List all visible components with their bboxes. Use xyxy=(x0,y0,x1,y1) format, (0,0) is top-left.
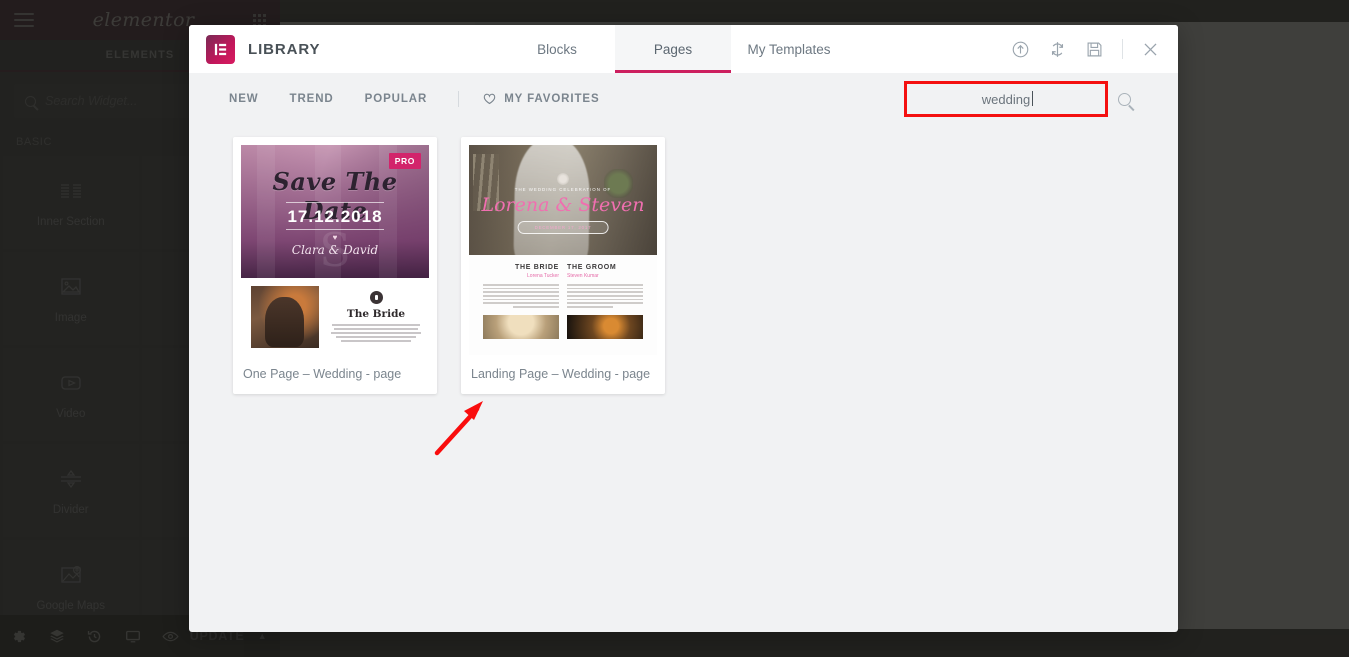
preview-date-button: DECEMBER 17, 2017 xyxy=(517,221,609,234)
close-icon[interactable] xyxy=(1141,40,1160,59)
template-card[interactable]: THE WEDDING CELEBRATION OF Lorena & Stev… xyxy=(461,137,665,394)
elementor-logo-icon xyxy=(206,34,235,64)
pointer-arrow-annotation xyxy=(434,401,483,456)
upload-icon[interactable] xyxy=(1011,40,1030,59)
heart-icon: ♥ xyxy=(332,233,338,242)
modal-title: LIBRARY xyxy=(248,40,321,58)
preview-column-heading: THE BRIDE xyxy=(514,264,559,271)
preview-text-block: The Bride xyxy=(331,291,421,342)
search-input-value: wedding xyxy=(981,90,1034,107)
preview-column-heading: THE GROOM xyxy=(567,264,617,271)
preview-column-bride: THE BRIDE Lorena Tucker xyxy=(483,264,559,308)
template-grid: PRO S Save The Date 17.12.2018 ♥ Clara &… xyxy=(189,125,1178,394)
template-library-modal: LIBRARY Blocks Pages My Templates NEW TR… xyxy=(189,25,1178,632)
template-body-preview: The Bride xyxy=(241,278,429,355)
preview-column-groom: THE GROOM Steven Kumar xyxy=(567,264,643,308)
preview-text-lines xyxy=(331,324,421,342)
preview-columns: THE BRIDE Lorena Tucker THE GROOM Steven… xyxy=(479,264,647,308)
filter-divider xyxy=(458,91,460,107)
template-hero-preview: THE WEDDING CELEBRATION OF Lorena & Stev… xyxy=(469,145,657,255)
preview-text-lines xyxy=(483,284,559,308)
preview-column-sub: Steven Kumar xyxy=(567,273,599,279)
tab-pages[interactable]: Pages xyxy=(615,25,731,73)
template-body-preview: THE BRIDE Lorena Tucker THE GROOM Steven… xyxy=(469,255,657,355)
preview-photo xyxy=(251,285,319,348)
template-card[interactable]: PRO S Save The Date 17.12.2018 ♥ Clara &… xyxy=(233,137,437,394)
preview-date: 17.12.2018 xyxy=(287,207,383,226)
search-icon[interactable] xyxy=(1118,92,1131,106)
filter-my-favorites-label: MY FAVORITES xyxy=(504,93,600,105)
preview-section-heading: The Bride xyxy=(346,308,406,321)
tab-blocks[interactable]: Blocks xyxy=(499,25,615,73)
modal-header: LIBRARY Blocks Pages My Templates xyxy=(189,25,1178,73)
ring-badge-icon xyxy=(369,291,383,305)
ornament-decor xyxy=(557,173,569,185)
sync-icon[interactable] xyxy=(1048,40,1067,59)
filter-popular[interactable]: POPULAR xyxy=(365,93,428,105)
preview-photo-groom xyxy=(567,314,643,339)
preview-photos xyxy=(479,314,647,339)
header-divider xyxy=(1122,39,1123,59)
preview-photo-bride xyxy=(483,314,559,339)
search-area: wedding xyxy=(904,81,1131,117)
template-name: Landing Page – Wedding - page xyxy=(471,367,651,381)
heart-icon xyxy=(483,93,496,105)
tab-pages-label: Pages xyxy=(653,41,693,57)
tab-my-templates-label: My Templates xyxy=(747,41,831,57)
filter-trend[interactable]: TREND xyxy=(290,93,334,105)
modal-header-actions xyxy=(1011,25,1178,73)
save-icon[interactable] xyxy=(1085,40,1104,59)
preview-names: Clara & David xyxy=(291,243,379,257)
filter-new[interactable]: NEW xyxy=(229,93,259,105)
preview-text-lines xyxy=(567,284,643,308)
preview-names: Lorena & Steven xyxy=(481,194,645,216)
template-thumbnail: THE WEDDING CELEBRATION OF Lorena & Stev… xyxy=(469,145,657,355)
search-input[interactable]: wedding xyxy=(904,81,1108,117)
tab-my-templates[interactable]: My Templates xyxy=(731,25,847,73)
template-thumbnail: PRO S Save The Date 17.12.2018 ♥ Clara &… xyxy=(241,145,429,355)
filter-bar: NEW TREND POPULAR MY FAVORITES wedding xyxy=(189,73,1178,125)
filter-my-favorites[interactable]: MY FAVORITES xyxy=(483,93,599,105)
preview-column-sub: Lorena Tucker xyxy=(527,273,559,279)
tab-blocks-label: Blocks xyxy=(537,41,577,57)
modal-brand: LIBRARY xyxy=(189,25,499,73)
template-name: One Page – Wedding - page xyxy=(243,367,402,381)
pro-badge: PRO xyxy=(388,153,421,169)
modal-tabs: Blocks Pages My Templates xyxy=(499,25,1011,73)
preview-kicker: THE WEDDING CELEBRATION OF xyxy=(514,187,612,192)
